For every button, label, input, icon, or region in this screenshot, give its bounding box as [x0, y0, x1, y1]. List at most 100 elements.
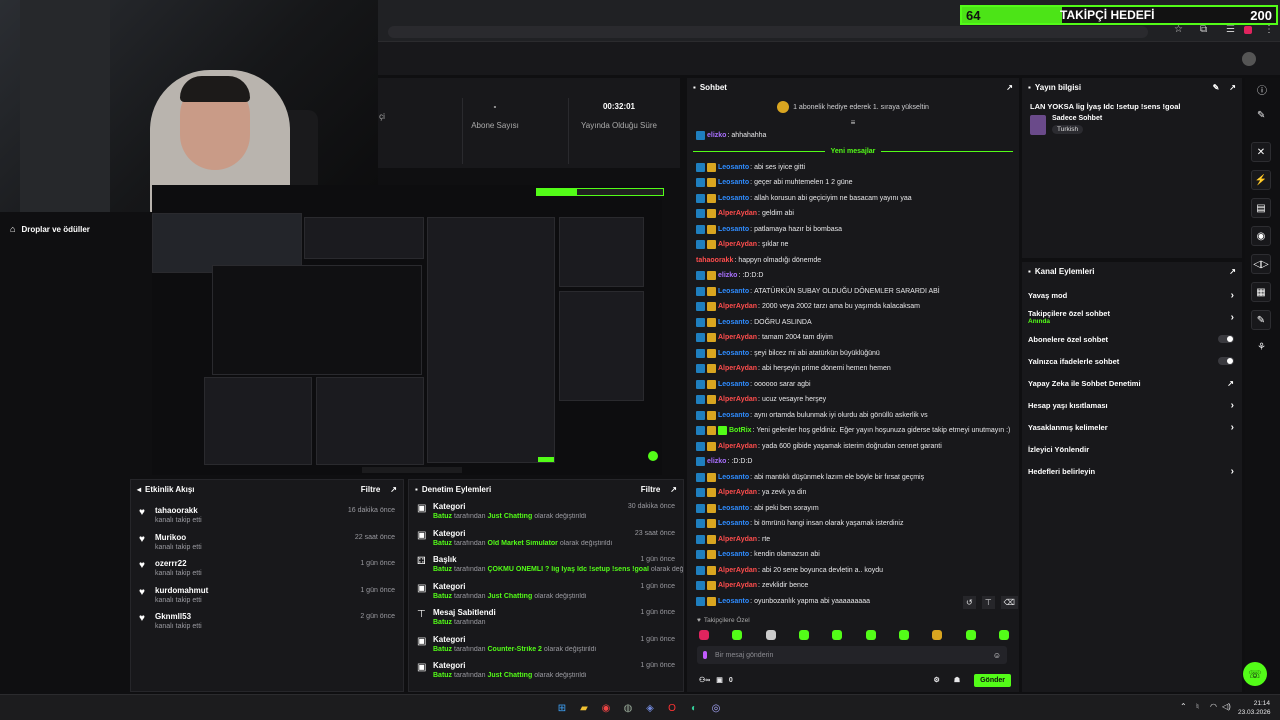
- chat-username[interactable]: Leosanto: [718, 195, 749, 202]
- chat-message[interactable]: Leosanto: kendin olamazsın abi: [687, 547, 1019, 563]
- activity-item[interactable]: ♥ Murikoo kanalı takip etti 22 saat önce: [131, 529, 403, 556]
- chat-message[interactable]: Leosanto: geçer abi muhtemelen 1 2 güne: [687, 175, 1019, 191]
- channel-action-item[interactable]: Yapay Zeka ile Sohbet Denetimi ↗: [1022, 372, 1242, 394]
- channel-action-item[interactable]: Abonelere özel sohbet: [1022, 328, 1242, 350]
- moderation-item[interactable]: ▣ Kategori Batuz tarafından Old Market Sim…: [409, 525, 683, 552]
- tray-chevron-icon[interactable]: ⌃: [1180, 702, 1187, 711]
- chat-username[interactable]: AlperAydan: [718, 303, 757, 310]
- chat-message[interactable]: elizko: ahhahahha: [687, 128, 1019, 144]
- channel-action-item[interactable]: Yalnızca ifadelerle sohbet: [1022, 350, 1242, 372]
- obs-icon[interactable]: ◎: [708, 700, 724, 716]
- chat-username[interactable]: Leosanto: [718, 288, 749, 295]
- chat-message[interactable]: AlperAydan:2000 veya 2002 tarzı ama bu y…: [687, 299, 1019, 315]
- chat-username[interactable]: Leosanto: [718, 551, 749, 558]
- volume-icon[interactable]: ◁): [1222, 702, 1231, 711]
- edge-icon[interactable]: ◐: [686, 700, 702, 716]
- pin-icon[interactable]: ⊤: [981, 596, 995, 609]
- chat-message[interactable]: Leosanto: bi ömrünü hangi insan olarak ya…: [687, 516, 1019, 532]
- menu-icon[interactable]: ☰: [1226, 24, 1235, 35]
- chat-username[interactable]: Leosanto: [718, 505, 749, 512]
- chat-message[interactable]: elizko::D:D:D: [687, 268, 1019, 284]
- chat-message[interactable]: Leosanto: oooooo sarar agbi: [687, 377, 1019, 393]
- channel-action-item[interactable]: İzleyici Yönlendir: [1022, 438, 1242, 460]
- chat-username[interactable]: AlperAydan: [718, 334, 757, 341]
- chat-username[interactable]: AlperAydan: [718, 365, 757, 372]
- rail-button-list[interactable]: ▤: [1251, 198, 1271, 218]
- support-fab[interactable]: ☏: [1243, 662, 1267, 686]
- moderation-filter-button[interactable]: Filtre: [641, 485, 661, 494]
- opera-icon[interactable]: O: [664, 700, 680, 716]
- rail-button-wrench[interactable]: ✎: [1251, 310, 1271, 330]
- chat-username[interactable]: Leosanto: [718, 319, 749, 326]
- chat-username[interactable]: Leosanto: [718, 226, 749, 233]
- chat-username[interactable]: tahaoorakk: [696, 257, 733, 264]
- chat-username[interactable]: elizko: [707, 458, 726, 465]
- chat-username[interactable]: AlperAydan: [718, 396, 757, 403]
- chat-message[interactable]: Leosanto: DOĞRU ASLINDA: [687, 315, 1019, 331]
- settings-icon[interactable]: ⚙: [934, 676, 940, 684]
- chat-message[interactable]: Leosanto: abi peki ben sorayım: [687, 501, 1019, 517]
- chat-username[interactable]: elizko: [718, 272, 737, 279]
- emote-icon[interactable]: [998, 630, 1009, 640]
- toggle-switch[interactable]: [1218, 357, 1234, 365]
- chat-username[interactable]: Leosanto: [718, 350, 749, 357]
- chat-message[interactable]: AlperAydan: zevklidir bence: [687, 578, 1019, 594]
- avatar[interactable]: [1242, 52, 1256, 66]
- chat-username[interactable]: AlperAydan: [718, 241, 757, 248]
- network-icon[interactable]: ◠: [1210, 702, 1217, 711]
- rail-button-panel[interactable]: ▦: [1251, 282, 1271, 302]
- moderation-item[interactable]: ▣ Kategori Batuz tarafından Just Chatting …: [409, 578, 683, 605]
- moderation-item[interactable]: ▣ Kategori Batuz tarafından Counter-Strike…: [409, 631, 683, 658]
- activity-item[interactable]: ♥ ozerrr22 kanalı takip etti 1 gün önce: [131, 555, 403, 582]
- app-icon[interactable]: ◍: [620, 700, 636, 716]
- emoji-icon[interactable]: ☺: [993, 651, 1001, 660]
- chat-message[interactable]: AlperAydan: ucuz vesayre herşey: [687, 392, 1019, 408]
- chrome-icon[interactable]: ◉: [598, 700, 614, 716]
- people-icon[interactable]: ⚇∞: [699, 676, 710, 684]
- chat-username[interactable]: AlperAydan: [718, 443, 757, 450]
- emote-icon[interactable]: [699, 630, 709, 640]
- bot-icon[interactable]: ☗: [954, 676, 960, 684]
- rail-button-lightning[interactable]: ⚡: [1251, 170, 1271, 190]
- send-button[interactable]: Gönder: [974, 673, 1011, 687]
- chat-username[interactable]: AlperAydan: [718, 489, 757, 496]
- chat-username[interactable]: Leosanto: [718, 474, 749, 481]
- channel-action-item[interactable]: Hedefleri belirleyin ›: [1022, 460, 1242, 482]
- gift-count-icon[interactable]: ▣: [716, 676, 723, 684]
- chat-username[interactable]: Leosanto: [718, 381, 749, 388]
- popout-icon[interactable]: ↗: [1006, 83, 1013, 92]
- gift-banner[interactable]: 1 abonelik hediye ederek 1. sıraya yükse…: [687, 96, 1019, 118]
- activity-item[interactable]: ♥ kurdomahmut kanalı takip etti 1 gün önce: [131, 582, 403, 609]
- emote-icon[interactable]: [798, 630, 809, 640]
- discord-icon[interactable]: ◈: [642, 700, 658, 716]
- emote-icon[interactable]: [965, 630, 976, 640]
- chat-message[interactable]: AlperAydan: abi herşeyin prime dönemi hem…: [687, 361, 1019, 377]
- kebab-icon[interactable]: ⋮: [1264, 24, 1274, 35]
- chat-message[interactable]: AlperAydan: tamam 2004 tam diyim: [687, 330, 1019, 346]
- share-icon[interactable]: ⚘: [1257, 342, 1266, 353]
- mic-tray-icon[interactable]: ♮: [1196, 702, 1199, 711]
- chat-username[interactable]: Leosanto: [718, 520, 749, 527]
- address-bar[interactable]: [388, 26, 1148, 38]
- chat-message[interactable]: Leosanto: şeyi bilcez mi abi atatürkün bü…: [687, 346, 1019, 362]
- chat-input[interactable]: Bir mesaj gönderin ☺: [697, 646, 1007, 664]
- chat-message[interactable]: Leosanto: patlamaya hazır bi bombasa: [687, 222, 1019, 238]
- rail-button-audio[interactable]: ◁▷: [1251, 254, 1271, 274]
- activity-filter-button[interactable]: Filtre: [361, 485, 381, 494]
- edit-icon[interactable]: ✎: [1213, 83, 1220, 92]
- extensions-icon[interactable]: ⧉: [1200, 24, 1207, 35]
- filter-icon[interactable]: ≡: [687, 118, 1019, 128]
- chat-message[interactable]: Leosanto: abi mantıklı düşünmek lazım ele…: [687, 470, 1019, 486]
- emote-icon[interactable]: [732, 630, 743, 640]
- chat-username[interactable]: BotRix: [729, 427, 752, 434]
- info-circle-icon[interactable]: ⓘ: [1257, 82, 1267, 97]
- channel-action-item[interactable]: Hesap yaşı kısıtlaması ›: [1022, 394, 1242, 416]
- chat-message[interactable]: AlperAydan: ya zevk ya din: [687, 485, 1019, 501]
- profile-icon[interactable]: [1244, 26, 1252, 34]
- chat-username[interactable]: AlperAydan: [718, 582, 757, 589]
- emote-icon[interactable]: [865, 630, 876, 640]
- rail-button-close[interactable]: ✕: [1251, 142, 1271, 162]
- chat-message[interactable]: AlperAydan: şıklar ne: [687, 237, 1019, 253]
- chat-message[interactable]: AlperAydan: abi 20 sene boyunca devletin …: [687, 563, 1019, 579]
- chat-message[interactable]: AlperAydan: rte: [687, 532, 1019, 548]
